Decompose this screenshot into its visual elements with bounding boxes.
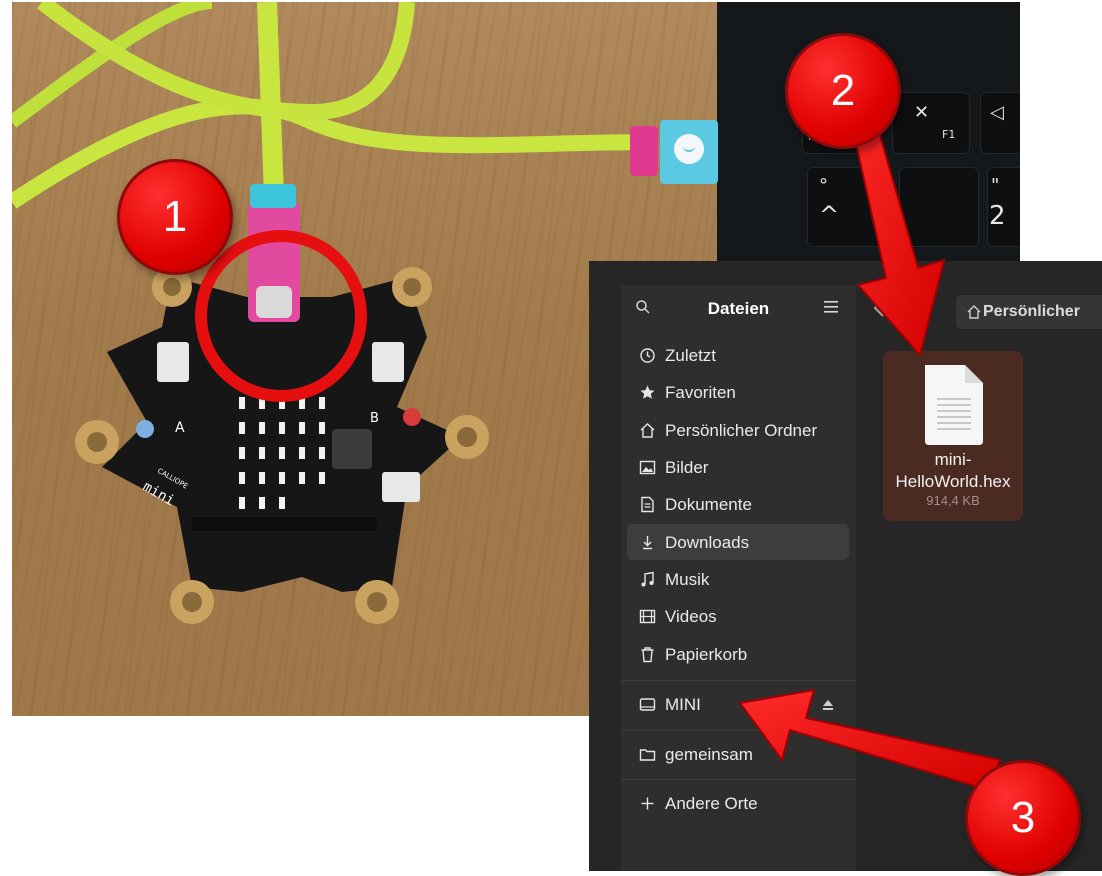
sidebar-item-dokumente[interactable]: Dokumente <box>627 486 849 522</box>
download-icon <box>643 536 652 550</box>
sidebar-title: Dateien <box>707 299 770 318</box>
callout-3: 3 <box>965 760 1081 876</box>
drive-icon <box>639 698 656 711</box>
home-icon <box>967 305 981 319</box>
sidebar-item-label: Papierkorb <box>665 645 748 664</box>
sidebar-item-bilder[interactable]: Bilder <box>627 449 849 485</box>
home-icon <box>640 423 655 438</box>
sidebar-item-label: Musik <box>665 570 710 589</box>
key-label: ^ <box>819 201 840 229</box>
sidebar-item-label: Andere Orte <box>665 794 758 813</box>
callout-2: 2 <box>785 33 901 149</box>
file-name: mini- HelloWorld.hex <box>883 449 1023 493</box>
folder-icon <box>639 749 656 761</box>
callout-number: 2 <box>830 66 856 115</box>
sidebar-divider <box>621 680 856 681</box>
callout-1: 1 <box>117 159 233 275</box>
sidebar-item-label: Favoriten <box>665 383 736 402</box>
file-size: 914,4 KB <box>926 493 980 508</box>
mute-icon: ✕ <box>914 102 930 123</box>
sidebar-item-label: Persönlicher Ordner <box>665 421 818 440</box>
key-f1-mute: ✕ F1 <box>892 92 970 154</box>
file-item[interactable]: mini- HelloWorld.hex 914,4 KB <box>883 351 1023 521</box>
sidebar-item-favoriten[interactable]: Favoriten <box>627 374 849 410</box>
sidebar-item-label: Zuletzt <box>665 346 717 365</box>
document-icon <box>641 496 654 513</box>
sidebar: Dateien Zuletzt Favoriten Persönlicher O… <box>621 285 856 871</box>
sidebar-item-musik[interactable]: Musik <box>627 561 849 597</box>
sidebar-item-label: MINI <box>665 695 701 714</box>
sidebar-item-label: Dokumente <box>665 495 752 514</box>
volume-icon: ◁ <box>990 102 1004 123</box>
sidebar-divider <box>621 730 856 731</box>
trash-icon <box>641 647 654 663</box>
image-icon <box>639 460 656 475</box>
sidebar-item-other-locations[interactable]: Andere Orte <box>627 785 849 821</box>
sidebar-item-mini-drive[interactable]: MINI <box>627 686 849 722</box>
eject-icon[interactable] <box>821 698 835 712</box>
sidebar-item-zuletzt[interactable]: Zuletzt <box>627 337 849 373</box>
sidebar-item-videos[interactable]: Videos <box>627 598 849 634</box>
usb-a-plug <box>630 120 718 184</box>
key-label: F1 <box>942 128 956 141</box>
music-icon <box>641 571 654 587</box>
button-a-label: A <box>175 420 185 436</box>
file-name-line1: mini- <box>934 450 972 469</box>
key-label: 2 <box>989 201 1006 231</box>
sidebar-item-label: Bilder <box>665 458 709 477</box>
sidebar-item-label: Downloads <box>665 533 750 552</box>
callout-number: 3 <box>1010 793 1036 842</box>
sidebar-item-home[interactable]: Persönlicher Ordner <box>627 412 849 448</box>
button-b-label: B <box>370 411 379 426</box>
key-2-right: " 2 <box>987 167 1020 247</box>
key-2: " <box>899 167 999 247</box>
sidebar-divider <box>621 779 856 780</box>
path-bar-label: Persönlicher <box>983 303 1080 320</box>
sidebar-header: Dateien <box>621 285 856 331</box>
menu-icon[interactable] <box>824 301 838 313</box>
key-label: " <box>991 175 1000 196</box>
key-f2-volume: ◁ <box>980 92 1020 154</box>
film-icon <box>639 609 656 624</box>
file-name-line2: HelloWorld.hex <box>895 472 1011 491</box>
smiley-star-icon <box>674 134 704 164</box>
sidebar-item-papierkorb[interactable]: Papierkorb <box>627 636 849 672</box>
highlight-ring <box>195 230 367 402</box>
sidebar-item-downloads[interactable]: Downloads <box>627 524 849 560</box>
key-caret: ° ^ <box>807 167 887 247</box>
back-icon[interactable] <box>872 297 886 319</box>
callout-number: 1 <box>162 192 188 241</box>
sidebar-item-label: Videos <box>665 607 717 626</box>
clock-icon <box>640 348 655 363</box>
path-bar[interactable]: Persönlicher <box>956 295 1102 329</box>
sidebar-item-gemeinsam[interactable]: gemeinsam <box>627 736 849 772</box>
star-icon <box>640 385 655 399</box>
key-label: ° <box>819 175 828 196</box>
plus-icon <box>641 797 654 810</box>
text-file-icon <box>925 365 983 445</box>
sidebar-item-label: gemeinsam <box>665 745 753 764</box>
